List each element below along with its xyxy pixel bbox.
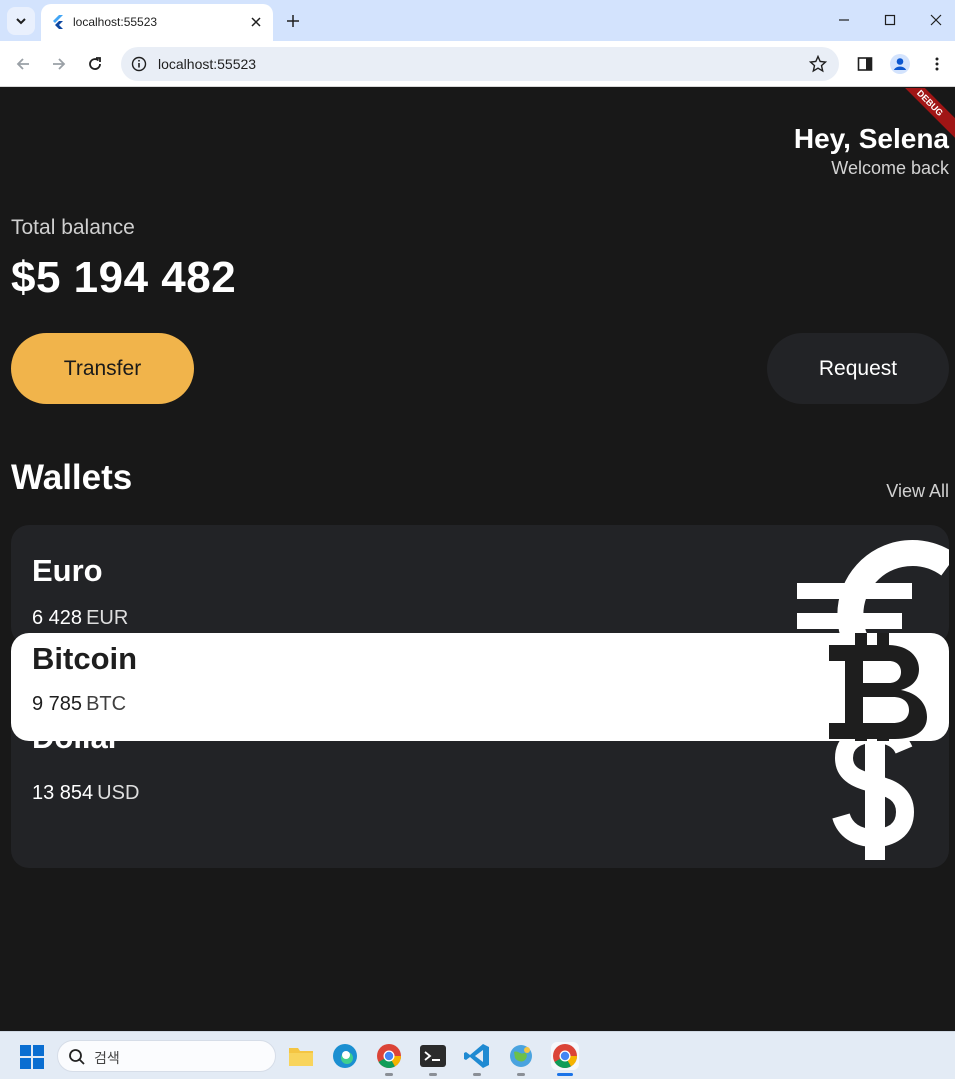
wallet-amount: 13 854 USD — [32, 782, 139, 805]
close-icon — [251, 17, 261, 27]
euro-icon — [797, 540, 949, 645]
wallet-amount: 9 785 BTC — [32, 693, 126, 716]
running-indicator — [385, 1073, 393, 1076]
flutter-favicon-icon — [53, 15, 63, 29]
terminal-icon — [420, 1045, 446, 1067]
taskbar-search[interactable]: 검색 — [57, 1040, 276, 1072]
tab-title: localhost:55523 — [73, 15, 158, 29]
taskbar-app[interactable] — [507, 1042, 535, 1076]
profile-button[interactable] — [889, 53, 911, 75]
taskbar-chrome-active[interactable] — [551, 1042, 579, 1076]
wallet-currency-code: EUR — [86, 607, 129, 629]
browser-toolbar: localhost:55523 — [0, 41, 955, 87]
maximize-icon — [884, 14, 896, 26]
greeting: Hey, Selena Welcome back — [794, 122, 949, 179]
avatar-icon — [890, 54, 910, 74]
window-close-button[interactable] — [926, 10, 946, 30]
transfer-button[interactable]: Transfer — [11, 333, 194, 404]
greeting-subtitle: Welcome back — [831, 158, 949, 178]
new-tab-button[interactable] — [283, 11, 303, 31]
back-button[interactable] — [12, 53, 34, 75]
edge-icon — [333, 1044, 357, 1068]
taskbar-vscode[interactable] — [463, 1042, 491, 1076]
reload-button[interactable] — [84, 53, 106, 75]
arrow-left-icon — [16, 58, 29, 70]
wallet-card-bitcoin[interactable]: Bitcoin 9 785 BTC — [11, 633, 949, 741]
forward-button[interactable] — [48, 53, 70, 75]
chrome-icon — [377, 1044, 401, 1069]
chevron-down-icon — [16, 18, 26, 25]
browser-tab[interactable]: localhost:55523 — [41, 4, 273, 41]
balance-value: $5 194 482 — [11, 253, 237, 302]
close-icon — [930, 14, 942, 26]
view-all-link[interactable]: View All — [886, 481, 949, 502]
taskbar-chrome[interactable] — [375, 1042, 403, 1076]
reload-icon — [89, 57, 101, 70]
app-viewport: DEBUG Hey, Selena Welcome back Total bal… — [1, 88, 955, 1031]
search-icon — [69, 1049, 85, 1065]
info-icon[interactable] — [131, 56, 147, 72]
minimize-button[interactable] — [834, 10, 854, 30]
minimize-icon — [839, 19, 849, 21]
address-bar[interactable]: localhost:55523 — [121, 47, 839, 81]
arrow-right-icon — [53, 58, 66, 70]
greeting-name: Hey, Selena — [793, 123, 949, 154]
balance-label: Total balance — [11, 216, 135, 239]
taskbar-search-placeholder: 검색 — [94, 1050, 120, 1066]
taskbar-terminal[interactable] — [419, 1042, 447, 1076]
windows-start-icon[interactable] — [20, 1045, 44, 1069]
browser-menu-button[interactable] — [926, 53, 948, 75]
plus-icon — [287, 15, 299, 27]
wallet-card-euro[interactable]: Euro 6 428 EUR — [11, 525, 949, 645]
maximize-button[interactable] — [880, 10, 900, 30]
side-panel-icon — [857, 57, 873, 71]
wallet-amount-value: 9 785 — [32, 693, 83, 715]
taskbar-edge[interactable] — [331, 1042, 359, 1070]
browser-tabstrip: localhost:55523 — [0, 0, 955, 41]
bookmark-star-icon[interactable] — [809, 55, 827, 73]
taskbar: 검색 — [0, 1031, 955, 1079]
wallet-currency-code: BTC — [86, 693, 127, 715]
taskbar-file-explorer[interactable] — [287, 1042, 315, 1070]
wallet-amount: 6 428 EUR — [32, 607, 128, 630]
address-url: localhost:55523 — [158, 56, 257, 72]
side-panel-button[interactable] — [854, 53, 876, 75]
vscode-icon — [464, 1044, 489, 1068]
active-indicator — [557, 1073, 573, 1076]
more-vertical-icon — [935, 57, 939, 71]
wallet-name: Euro — [32, 553, 103, 588]
running-indicator — [429, 1073, 437, 1076]
bitcoin-icon — [829, 633, 927, 741]
globe-app-icon — [510, 1045, 532, 1067]
wallet-currency-code: USD — [97, 782, 140, 804]
tab-close-button[interactable] — [247, 13, 265, 31]
wallet-name: Bitcoin — [32, 641, 138, 676]
request-button[interactable]: Request — [767, 333, 949, 404]
wallet-amount-value: 6 428 — [32, 607, 83, 629]
running-indicator — [473, 1073, 481, 1076]
chrome-icon — [553, 1044, 577, 1069]
dollar-icon — [832, 720, 915, 860]
tab-search-button[interactable] — [7, 7, 35, 35]
wallet-amount-value: 13 854 — [32, 782, 94, 804]
wallets-title: Wallets — [11, 458, 133, 497]
running-indicator — [517, 1073, 525, 1076]
folder-icon — [289, 1048, 313, 1066]
